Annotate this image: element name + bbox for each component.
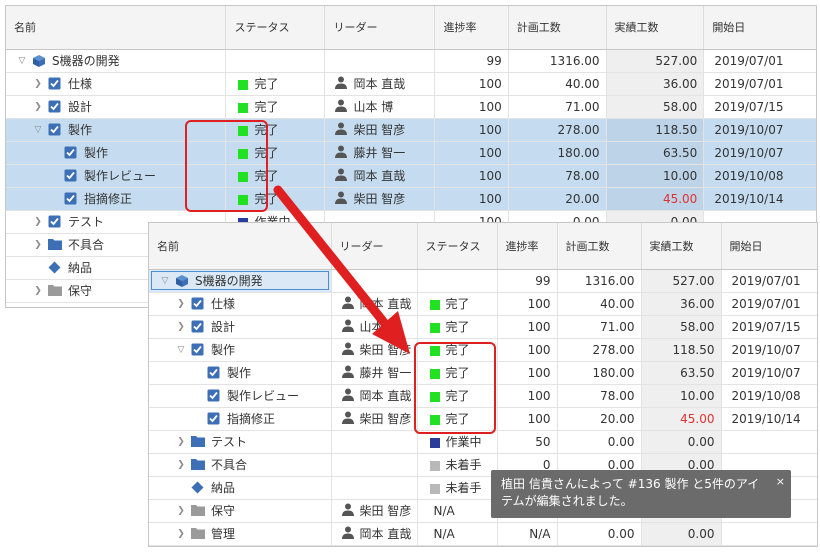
back-status-highlight <box>185 120 268 212</box>
toast-message: 植田 信貴さんによって #136 製作 と5件のアイテムが編集されました。 <box>501 477 760 508</box>
edit-notification-toast: 植田 信貴さんによって #136 製作 と5件のアイテムが編集されました。 × <box>491 470 791 518</box>
close-icon[interactable]: × <box>776 473 785 490</box>
front-status-highlight <box>414 342 496 434</box>
